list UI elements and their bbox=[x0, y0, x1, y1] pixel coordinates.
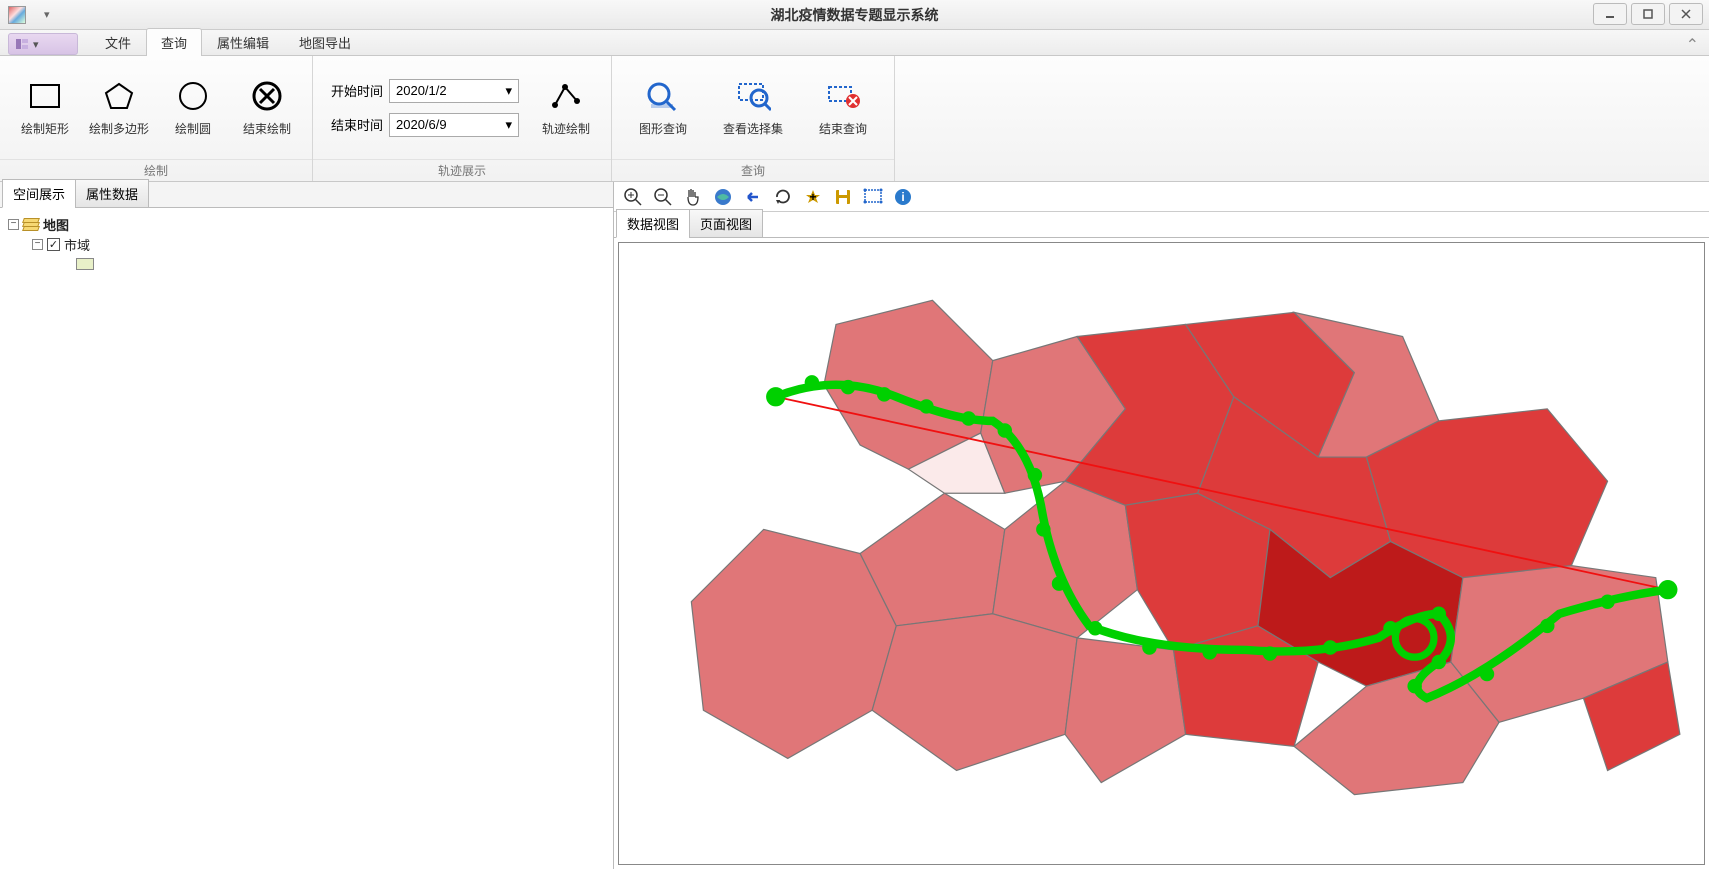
zoom-in-button[interactable] bbox=[622, 186, 644, 208]
magnifier-shape-icon bbox=[645, 78, 681, 114]
tab-attr-edit[interactable]: 属性编辑 bbox=[202, 28, 284, 56]
right-pane: + i 数据视图 页面视图 bbox=[614, 182, 1709, 869]
end-query-button[interactable]: 结束查询 bbox=[800, 62, 886, 154]
magnifier-selection-icon bbox=[735, 78, 771, 114]
start-time-label: 开始时间 bbox=[331, 81, 383, 100]
map-toolbar: + i bbox=[614, 182, 1709, 212]
pan-button[interactable] bbox=[682, 186, 704, 208]
track-draw-button[interactable]: 轨迹绘制 bbox=[529, 62, 603, 154]
tab-map-export[interactable]: 地图导出 bbox=[284, 28, 366, 56]
prev-extent-button[interactable] bbox=[742, 186, 764, 208]
tree-swatch-row bbox=[8, 254, 605, 274]
end-time-label: 结束时间 bbox=[331, 115, 383, 134]
tree-root-row[interactable]: − 地图 bbox=[8, 214, 605, 234]
end-draw-button[interactable]: 结束绘制 bbox=[230, 62, 304, 154]
ribbon-group-query: 图形查询 查看选择集 结束查询 查询 bbox=[612, 56, 895, 181]
full-extent-button[interactable] bbox=[712, 186, 734, 208]
draw-circle-label: 绘制圆 bbox=[175, 120, 211, 137]
selection-close-icon bbox=[825, 78, 861, 114]
left-pane: 空间展示 属性数据 − 地图 − ✓ 市域 bbox=[0, 182, 614, 869]
ribbon-app-button[interactable]: ▾ bbox=[8, 33, 78, 55]
view-selection-button[interactable]: 查看选择集 bbox=[706, 62, 800, 154]
tab-query[interactable]: 查询 bbox=[146, 28, 202, 56]
circle-icon bbox=[175, 78, 211, 114]
ribbon-collapse-icon[interactable]: ⌃ bbox=[1686, 35, 1699, 55]
group-label-track: 轨迹展示 bbox=[313, 159, 611, 181]
close-button[interactable] bbox=[1669, 3, 1703, 25]
chevron-down-icon: ▾ bbox=[505, 83, 512, 99]
qat-dropdown-icon[interactable]: ▾ bbox=[44, 8, 50, 21]
start-time-dropdown[interactable]: 2020/1/2 ▾ bbox=[389, 79, 519, 103]
draw-polygon-button[interactable]: 绘制多边形 bbox=[82, 62, 156, 154]
graphic-query-label: 图形查询 bbox=[639, 120, 687, 137]
svg-text:i: i bbox=[901, 190, 904, 204]
draw-rect-button[interactable]: 绘制矩形 bbox=[8, 62, 82, 154]
layers-icon bbox=[23, 218, 39, 230]
svg-text:+: + bbox=[809, 190, 816, 204]
client-area: 空间展示 属性数据 − 地图 − ✓ 市域 bbox=[0, 182, 1709, 869]
group-label-draw: 绘制 bbox=[0, 159, 312, 181]
rectangle-icon bbox=[27, 78, 63, 114]
map-canvas[interactable] bbox=[618, 242, 1705, 865]
tab-file[interactable]: 文件 bbox=[90, 28, 146, 56]
layer-swatch bbox=[76, 258, 94, 270]
draw-circle-button[interactable]: 绘制圆 bbox=[156, 62, 230, 154]
ribbon-group-track: 开始时间 2020/1/2 ▾ 结束时间 2020/6/9 ▾ 轨迹绘制 bbox=[313, 56, 612, 181]
group-label-query: 查询 bbox=[612, 159, 894, 181]
end-time-value: 2020/6/9 bbox=[396, 117, 447, 132]
end-time-dropdown[interactable]: 2020/6/9 ▾ bbox=[389, 113, 519, 137]
titlebar: ▾ 湖北疫情数据专题显示系统 bbox=[0, 0, 1709, 30]
tab-attribute-data[interactable]: 属性数据 bbox=[75, 179, 149, 208]
window-title: 湖北疫情数据专题显示系统 bbox=[771, 5, 939, 25]
checkbox-checked-icon[interactable]: ✓ bbox=[47, 238, 60, 251]
tree-layer-label: 市域 bbox=[64, 235, 90, 254]
draw-polygon-label: 绘制多边形 bbox=[89, 120, 149, 137]
start-time-value: 2020/1/2 bbox=[396, 83, 447, 98]
stop-icon bbox=[249, 78, 285, 114]
chevron-down-icon: ▾ bbox=[505, 117, 512, 133]
identify-button[interactable]: i bbox=[892, 186, 914, 208]
save-button[interactable] bbox=[832, 186, 854, 208]
select-all-button[interactable] bbox=[862, 186, 884, 208]
end-query-label: 结束查询 bbox=[819, 120, 867, 137]
add-button[interactable]: + bbox=[802, 186, 824, 208]
ribbon-tab-strip: ▾ 文件 查询 属性编辑 地图导出 ⌃ bbox=[0, 30, 1709, 56]
tab-spatial-display[interactable]: 空间展示 bbox=[2, 179, 76, 208]
left-tab-strip: 空间展示 属性数据 bbox=[0, 182, 613, 208]
refresh-button[interactable] bbox=[772, 186, 794, 208]
polyline-icon bbox=[548, 78, 584, 114]
zoom-out-button[interactable] bbox=[652, 186, 674, 208]
end-draw-label: 结束绘制 bbox=[243, 120, 291, 137]
map-tab-strip: 数据视图 页面视图 bbox=[614, 212, 1709, 238]
view-selection-label: 查看选择集 bbox=[723, 120, 783, 137]
draw-rect-label: 绘制矩形 bbox=[21, 120, 69, 137]
tree-layer-row[interactable]: − ✓ 市域 bbox=[8, 234, 605, 254]
maximize-button[interactable] bbox=[1631, 3, 1665, 25]
tab-data-view[interactable]: 数据视图 bbox=[616, 209, 690, 238]
layer-tree: − 地图 − ✓ 市域 bbox=[0, 208, 613, 280]
track-draw-label: 轨迹绘制 bbox=[542, 120, 590, 137]
expand-icon[interactable]: − bbox=[32, 239, 43, 250]
tab-page-view[interactable]: 页面视图 bbox=[689, 209, 763, 238]
polygon-icon bbox=[101, 78, 137, 114]
app-icon bbox=[8, 6, 26, 24]
expand-icon[interactable]: − bbox=[8, 219, 19, 230]
tree-root-label: 地图 bbox=[43, 215, 69, 234]
chevron-down-icon: ▾ bbox=[33, 38, 39, 51]
ribbon: 绘制矩形 绘制多边形 绘制圆 结束绘制 绘制 开始时间 bbox=[0, 56, 1709, 182]
ribbon-group-draw: 绘制矩形 绘制多边形 绘制圆 结束绘制 绘制 bbox=[0, 56, 313, 181]
graphic-query-button[interactable]: 图形查询 bbox=[620, 62, 706, 154]
minimize-button[interactable] bbox=[1593, 3, 1627, 25]
